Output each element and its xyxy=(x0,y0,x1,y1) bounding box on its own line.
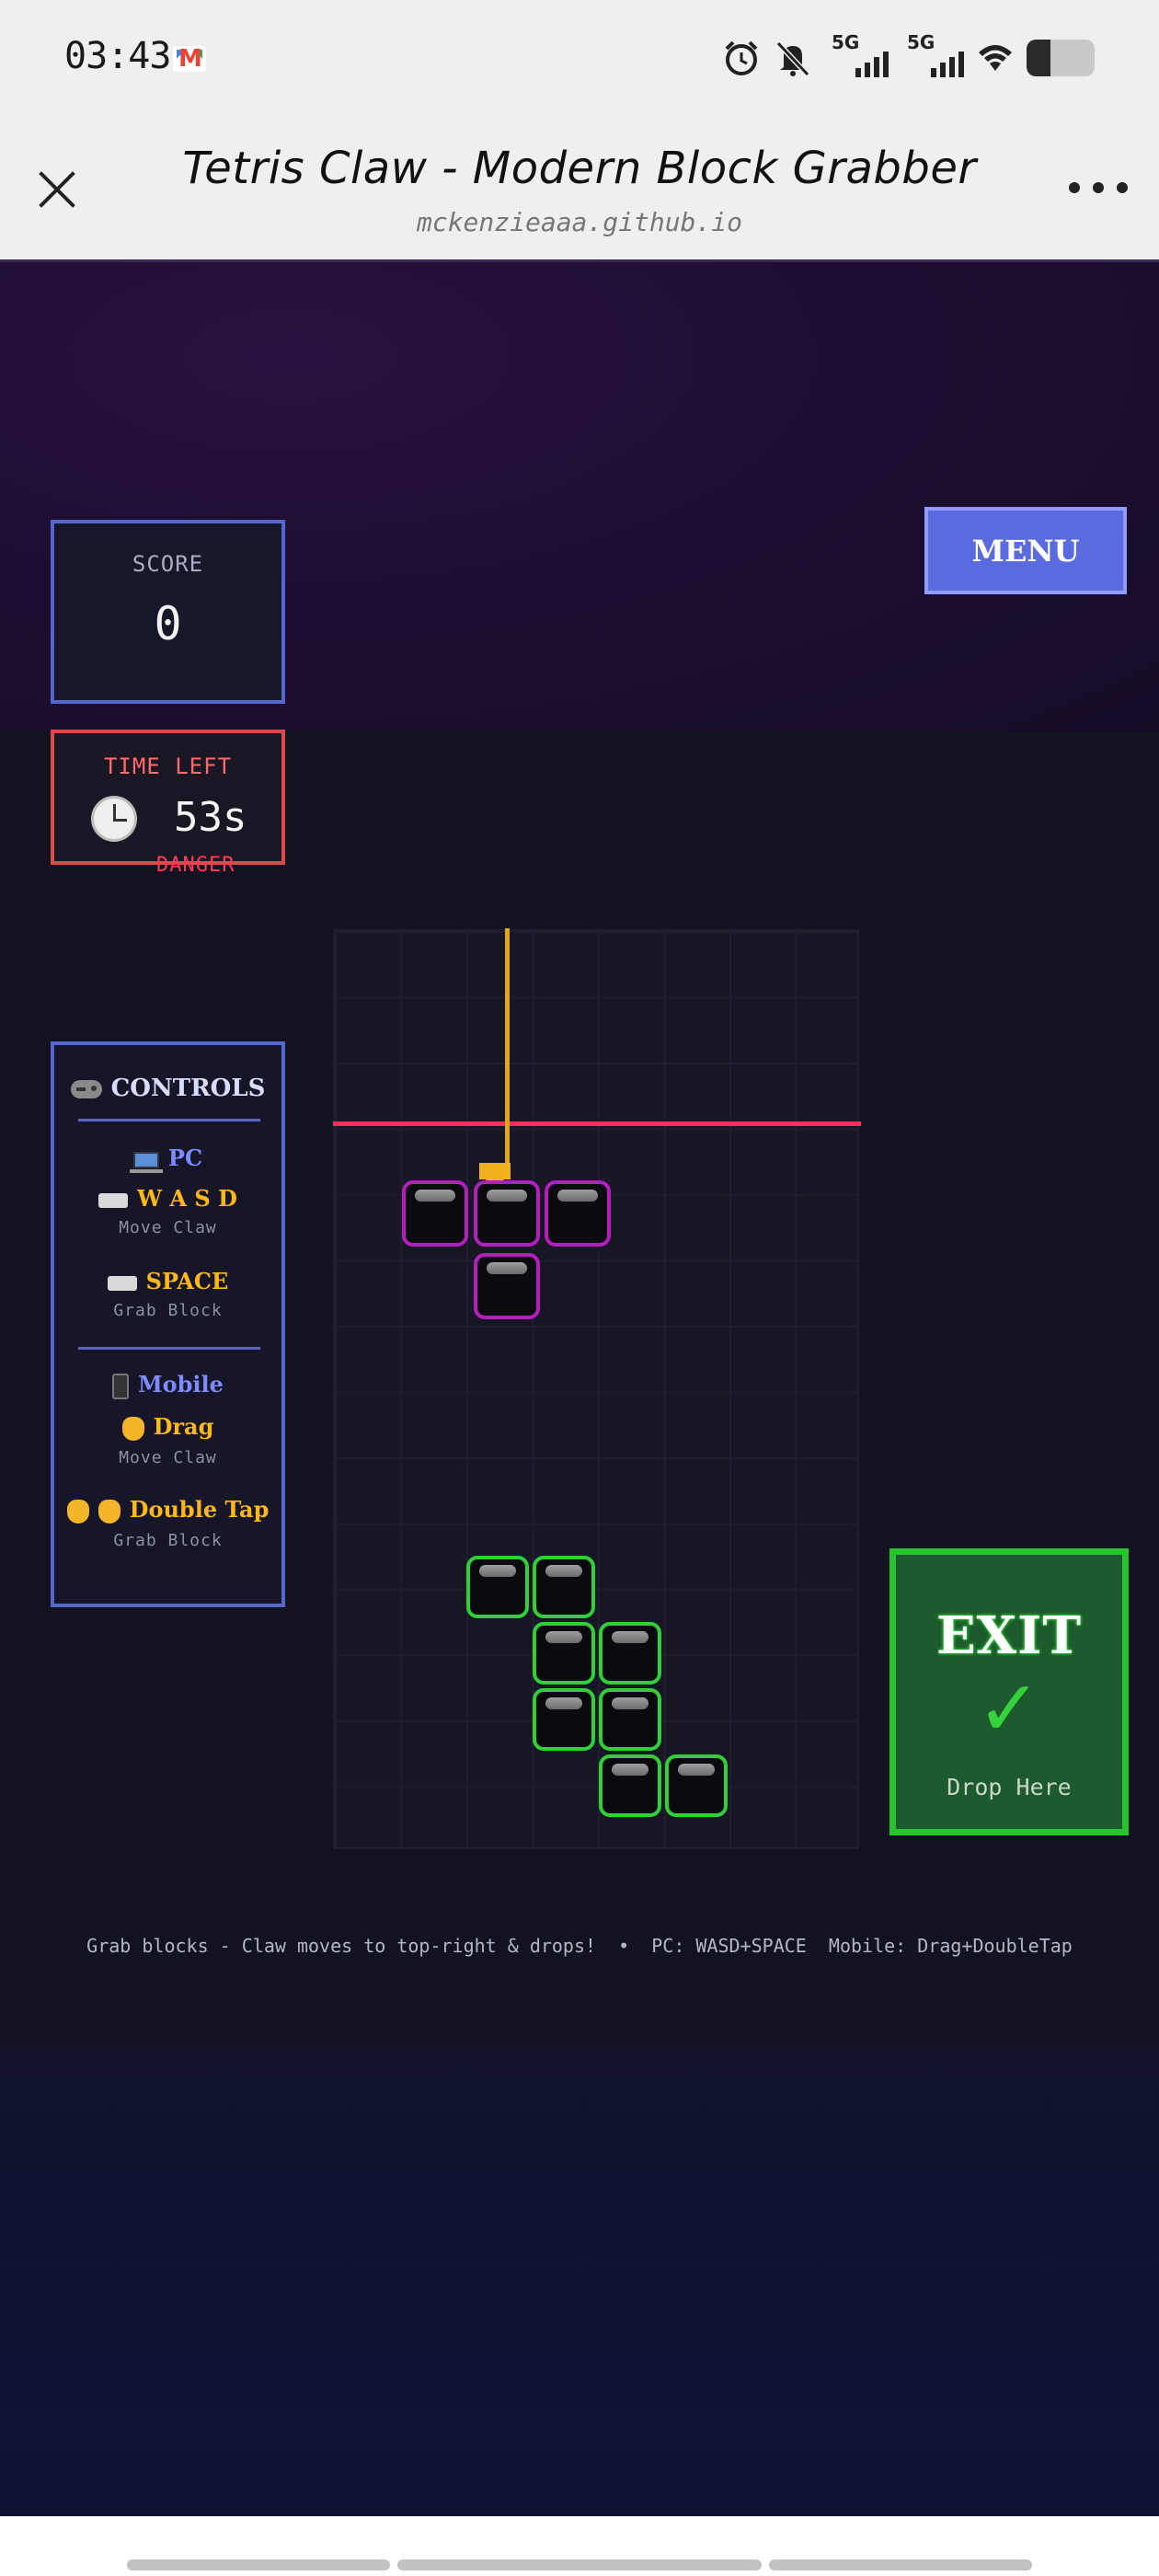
checkmark-icon: ✓ xyxy=(976,1663,1042,1754)
more-options-button[interactable] xyxy=(1069,182,1128,199)
status-time: 03:43 xyxy=(64,35,171,77)
bell-muted-icon xyxy=(773,38,813,78)
exit-label: EXIT xyxy=(936,1605,1082,1666)
phone-icon xyxy=(112,1373,130,1399)
controls-title-text: CONTROLS xyxy=(110,1075,266,1102)
pc-move-desc: Move Claw xyxy=(119,1218,217,1237)
mobile-heading-text: Mobile xyxy=(138,1371,224,1397)
nav-segment[interactable] xyxy=(769,2559,1032,2570)
time-label: TIME LEFT xyxy=(103,753,233,779)
held-block[interactable] xyxy=(545,1180,611,1247)
battery-icon xyxy=(1027,40,1095,76)
pc-grab-desc: Grab Block xyxy=(113,1301,223,1320)
laptop-icon xyxy=(129,1151,163,1173)
gmail-icon: M xyxy=(173,45,206,73)
alarm-icon xyxy=(721,38,762,78)
stopwatch-icon xyxy=(91,796,137,842)
pointing-hand-icon xyxy=(121,1416,144,1441)
stacked-block[interactable] xyxy=(599,1622,661,1685)
mobile-grab: Double Tap xyxy=(54,1496,281,1524)
keyboard-icon xyxy=(98,1192,129,1208)
status-icons: 5G 5G xyxy=(721,31,1095,81)
signal-1-label: 5G xyxy=(832,31,860,53)
signal-2-icon: 5G xyxy=(900,31,964,81)
stacked-block[interactable] xyxy=(533,1556,595,1618)
stacked-block[interactable] xyxy=(466,1556,529,1618)
stacked-block[interactable] xyxy=(533,1622,595,1685)
nav-segment[interactable] xyxy=(397,2559,762,2570)
held-block[interactable] xyxy=(402,1180,468,1247)
mobile-grab-text: Double Tap xyxy=(129,1496,270,1523)
wifi-icon xyxy=(975,38,1016,78)
browser-header: Tetris Claw - Modern Block Grabber mcken… xyxy=(0,120,1159,262)
controls-title: CONTROLS xyxy=(54,1075,281,1102)
signal-1-icon: 5G xyxy=(824,31,889,81)
controls-divider xyxy=(78,1347,260,1350)
pc-grab-key: SPACE xyxy=(54,1268,281,1294)
score-panel: SCORE 0 xyxy=(51,520,285,704)
pc-move-keys-text: W A S D xyxy=(137,1185,237,1212)
pc-heading: PC xyxy=(54,1144,281,1173)
mobile-move: Drag xyxy=(54,1413,281,1441)
stacked-block[interactable] xyxy=(665,1754,728,1817)
menu-button[interactable]: MENU xyxy=(924,507,1127,594)
game-board[interactable] xyxy=(333,929,859,1849)
page-title: Tetris Claw - Modern Block Grabber xyxy=(182,143,977,194)
danger-line xyxy=(333,1121,861,1126)
stacked-block[interactable] xyxy=(599,1754,661,1817)
mobile-move-desc: Move Claw xyxy=(119,1448,217,1467)
mobile-heading: Mobile xyxy=(54,1371,281,1399)
held-block[interactable] xyxy=(474,1253,540,1319)
nav-segment[interactable] xyxy=(127,2559,390,2570)
score-value: 0 xyxy=(154,597,182,650)
navigation-bar xyxy=(0,2516,1159,2576)
pc-heading-text: PC xyxy=(167,1144,203,1171)
signal-2-label: 5G xyxy=(907,31,935,53)
stacked-block[interactable] xyxy=(599,1688,661,1751)
mobile-grab-desc: Grab Block xyxy=(113,1531,223,1550)
pc-grab-key-text: SPACE xyxy=(145,1268,229,1294)
status-bar: 03:43 M 5G 5G xyxy=(0,0,1159,120)
exit-subtitle: Drop Here xyxy=(947,1774,1072,1800)
keyboard-icon xyxy=(107,1275,137,1291)
gamepad-icon xyxy=(70,1080,102,1098)
pointing-hand-icon xyxy=(66,1499,89,1524)
danger-label: DANGER xyxy=(156,854,235,877)
pc-move-keys: W A S D xyxy=(54,1185,281,1212)
timer-panel: TIME LEFT 53s xyxy=(51,730,285,865)
score-label: SCORE xyxy=(132,551,204,577)
controls-panel: CONTROLS PC W A S D Move Claw SPACE Grab… xyxy=(51,1041,285,1607)
mobile-move-text: Drag xyxy=(153,1413,214,1440)
footer-hint: Grab blocks - Claw moves to top-right & … xyxy=(86,1935,1073,1957)
claw[interactable] xyxy=(479,1163,511,1179)
controls-divider xyxy=(78,1119,260,1121)
page-url: mckenzieaaa.github.io xyxy=(416,207,742,237)
pointing-hand-icon xyxy=(98,1499,120,1524)
exit-drop-zone[interactable]: EXIT ✓ Drop Here xyxy=(889,1548,1129,1835)
stacked-block[interactable] xyxy=(533,1688,595,1751)
claw-rope xyxy=(505,928,510,1166)
time-value: 53s xyxy=(174,794,247,841)
held-block[interactable] xyxy=(474,1180,540,1247)
